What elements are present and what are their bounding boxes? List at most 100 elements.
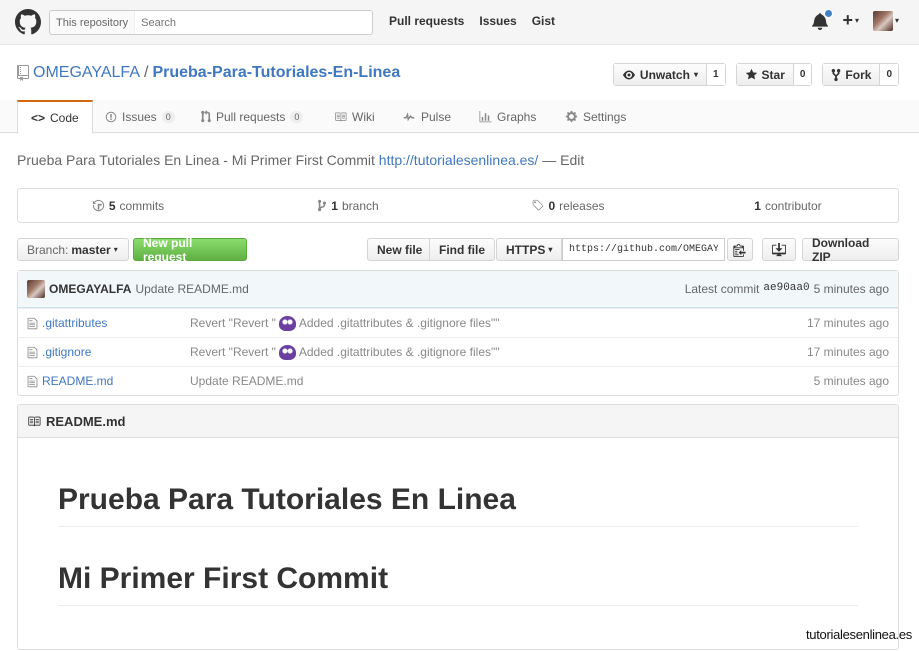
watchers-count[interactable]: 1 [705, 64, 725, 85]
readme-panel: README.md Prueba Para Tutoriales En Line… [17, 404, 899, 650]
commits-label: commits [119, 198, 165, 213]
search-input[interactable] [135, 16, 366, 29]
header-actions: + ▾ ▾ [812, 8, 899, 31]
file-link[interactable]: README.md [42, 374, 113, 388]
clone-protocol-button[interactable]: HTTPS ▾ [496, 238, 562, 261]
history-icon [92, 199, 104, 212]
file-age: 17 minutes ago [806, 345, 889, 359]
graph-icon [479, 110, 492, 122]
book-icon [28, 416, 41, 426]
gear-icon [565, 110, 578, 123]
tab-code[interactable]: <> Code [17, 100, 93, 134]
star-button[interactable]: Star [736, 64, 793, 85]
nav-pull-requests[interactable]: Pull requests [389, 14, 464, 28]
avatar [872, 10, 893, 31]
tab-pulse[interactable]: Pulse [402, 100, 451, 133]
file-link[interactable]: .gitattributes [42, 316, 107, 330]
clippy-icon [733, 243, 746, 257]
description-text: Prueba Para Tutoriales En Linea - Mi Pri… [17, 152, 375, 168]
branch-name: master [71, 242, 111, 257]
readme-heading-1: Prueba Para Tutoriales En Linea [58, 482, 858, 527]
commits-summary[interactable]: 5 commits [18, 189, 238, 222]
file-age: 5 minutes ago [813, 374, 889, 388]
contributors-summary[interactable]: 1 contributor [678, 189, 898, 222]
clone-url-input[interactable] [562, 238, 725, 261]
unwatch-button[interactable]: Unwatch ▾ [613, 64, 706, 85]
releases-label: releases [559, 198, 605, 213]
download-zip-button[interactable]: Download ZIP [802, 236, 899, 264]
github-logo-icon[interactable] [15, 9, 41, 35]
stars-count[interactable]: 0 [792, 64, 812, 85]
branches-label: branch [341, 198, 379, 213]
file-list: OMEGAYALFA Update README.md Latest commi… [17, 270, 899, 396]
commit-message[interactable]: Update README.md [135, 282, 248, 296]
chevron-down-icon: ▾ [113, 245, 118, 254]
avatar[interactable] [27, 280, 45, 298]
book-icon [335, 112, 347, 121]
issue-opened-icon [105, 111, 117, 122]
fork-group: Fork 0 [822, 63, 899, 86]
new-file-button[interactable]: New file [367, 238, 433, 261]
star-icon [745, 68, 757, 80]
edit-description-link[interactable]: — Edit [542, 152, 584, 168]
star-label: Star [761, 67, 785, 82]
fork-button[interactable]: Fork [823, 64, 880, 85]
repo-name-link[interactable]: Prueba-Para-Tutoriales-En-Linea [152, 64, 400, 82]
user-menu[interactable]: ▾ [872, 10, 899, 31]
commit-message-text: Added .gitattributes & .gitignore files"… [298, 345, 500, 359]
file-commit-message[interactable]: Revert "Revert " Added .gitattributes & … [190, 315, 500, 331]
file-link[interactable]: .gitignore [42, 345, 91, 359]
repo-icon [17, 65, 29, 81]
new-pull-request-button[interactable]: New pull request [133, 236, 247, 264]
notifications-bell-icon[interactable] [812, 8, 834, 30]
repo-owner-link[interactable]: OMEGAYALFA [33, 64, 140, 82]
branch-select-button[interactable]: Branch: master ▾ [17, 238, 129, 261]
releases-summary[interactable]: 0 releases [458, 189, 678, 222]
git-pull-request-icon [201, 110, 211, 123]
chevron-down-icon: ▾ [854, 16, 859, 25]
tab-graphs-label: Graphs [497, 109, 537, 124]
file-navigation: Branch: master ▾ New pull request New fi… [17, 236, 899, 264]
contributors-count: 1 [754, 198, 761, 213]
commits-count: 5 [108, 198, 116, 213]
commit-message-text: Update README.md [190, 374, 304, 388]
tab-settings[interactable]: Settings [565, 100, 626, 133]
repo-tabs: <> Code Issues 0 Pull requests 0 Wiki Pu… [0, 100, 919, 134]
nav-issues[interactable]: Issues [479, 14, 516, 28]
tab-pull-requests[interactable]: Pull requests 0 [201, 100, 304, 133]
commit-message-text: Revert "Revert " [190, 316, 276, 330]
eye-icon [622, 70, 635, 79]
copy-clipboard-button[interactable] [727, 238, 753, 261]
releases-count: 0 [548, 198, 556, 213]
file-commit-message[interactable]: Revert "Revert " Added .gitattributes & … [190, 344, 500, 360]
commit-message-text: Added .gitattributes & .gitignore files"… [298, 316, 500, 330]
unwatch-label: Unwatch [639, 67, 690, 82]
chevron-down-icon: ▾ [894, 16, 899, 25]
chevron-down-icon: ▾ [693, 70, 698, 79]
tab-issues[interactable]: Issues 0 [105, 100, 175, 133]
commit-sha[interactable]: ae90aa0 [763, 282, 809, 296]
pull-requests-count: 0 [290, 110, 304, 123]
tab-issues-label: Issues [122, 109, 157, 124]
plus-icon: + [842, 10, 853, 30]
open-desktop-button[interactable] [762, 238, 796, 261]
commit-age: 5 minutes ago [813, 282, 889, 296]
tab-wiki[interactable]: Wiki [334, 100, 375, 133]
search-scope-label: This repository [50, 11, 136, 34]
commit-author[interactable]: OMEGAYALFA [49, 282, 131, 296]
commit-message-text: Revert "Revert " [190, 345, 276, 359]
nav-gist[interactable]: Gist [532, 14, 555, 28]
table-row: .gitignore Revert "Revert " Added .gitat… [18, 337, 898, 366]
forks-count[interactable]: 0 [879, 64, 898, 85]
file-commit-message[interactable]: Update README.md [190, 374, 303, 388]
homepage-link[interactable]: http://tutorialesenlinea.es/ [379, 152, 539, 168]
create-new-menu[interactable]: + ▾ [842, 10, 859, 31]
repo-title: OMEGAYALFA / Prueba-Para-Tutoriales-En-L… [17, 64, 400, 82]
branches-summary[interactable]: 1 branch [238, 189, 458, 222]
repo-description: Prueba Para Tutoriales En Linea - Mi Pri… [17, 152, 584, 168]
find-file-button[interactable]: Find file [429, 238, 495, 261]
tab-pull-requests-label: Pull requests [216, 109, 286, 124]
tab-graphs[interactable]: Graphs [479, 100, 536, 133]
pulse-icon [403, 111, 415, 121]
branches-count: 1 [331, 198, 338, 213]
